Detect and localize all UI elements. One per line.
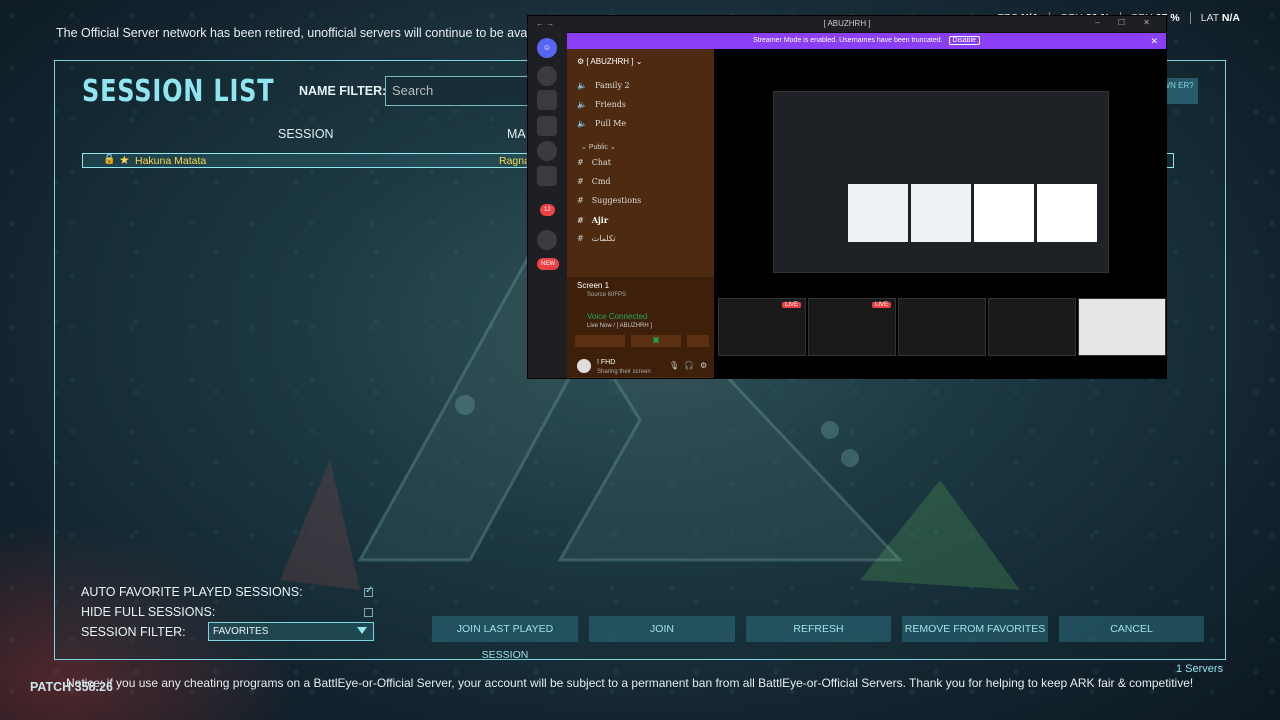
stream-preview[interactable] <box>773 91 1109 273</box>
name-filter-input[interactable]: Search <box>385 76 535 106</box>
name-filter-label: NAME FILTER: <box>299 84 387 98</box>
camera-off-button[interactable] <box>575 335 625 347</box>
text-channel-ajir[interactable]: # Ajir <box>577 215 608 225</box>
participant-tile[interactable] <box>1078 298 1166 356</box>
patch-version: PATCH 358.26 <box>30 680 113 694</box>
cancel-button[interactable]: CANCEL <box>1059 616 1204 642</box>
speaker-icon: 🔈 <box>577 100 587 109</box>
hash-icon: # <box>577 234 584 243</box>
speaker-icon: 🔈 <box>577 81 587 90</box>
lock-icon: 🔒 <box>103 154 116 165</box>
refresh-button[interactable]: REFRESH <box>746 616 891 642</box>
retired-server-notice: The Official Server network has been ret… <box>56 26 540 40</box>
server-icon[interactable] <box>537 141 557 161</box>
screen-share-label: Screen 1 <box>577 281 610 290</box>
server-count: 1 Servers <box>1176 663 1224 675</box>
participant-tile[interactable] <box>898 298 986 356</box>
session-row-end <box>1166 153 1174 168</box>
server-icon[interactable] <box>537 66 557 86</box>
server-icon[interactable] <box>537 230 557 250</box>
mic-icon[interactable]: 🎙 <box>669 361 679 370</box>
server-icon[interactable] <box>537 166 557 186</box>
lat-readout: LAT N/A <box>1200 12 1240 24</box>
participant-tile[interactable] <box>988 298 1076 356</box>
session-filter-select[interactable]: FAVORITES <box>208 622 374 641</box>
stream-thumbnail[interactable]: LIVE <box>718 298 806 356</box>
discord-window-title: [ ABUZHRH ] <box>823 19 871 28</box>
streamer-mode-text: Streamer Mode is enabled. Usernames have… <box>753 37 943 44</box>
voice-channel-name: Live Now / [ ABUZHRH ] <box>587 323 653 329</box>
screen-share-source: Source 60FPS <box>587 292 627 298</box>
hash-icon: # <box>577 215 584 225</box>
discord-server-list: ☺ 12 NEW <box>528 32 567 378</box>
session-map: Ragna <box>499 155 530 167</box>
voice-channel-family-2[interactable]: 🔈 Family 2 <box>577 81 630 90</box>
column-header-map[interactable]: MA <box>507 127 526 141</box>
user-status: Sharing their screen <box>597 369 651 375</box>
new-badge: NEW <box>537 258 559 270</box>
column-header-session[interactable]: SESSION <box>278 127 334 141</box>
window-controls-icon[interactable]: – ☐ ✕ <box>1095 18 1158 27</box>
session-filter-label: SESSION FILTER: <box>81 625 186 639</box>
page-title: SESSION LIST <box>82 74 275 109</box>
auto-favorite-label: AUTO FAVORITE PLAYED SESSIONS: <box>81 585 303 599</box>
live-badge: LIVE <box>871 302 891 308</box>
product-card <box>974 184 1034 242</box>
session-row[interactable]: 🔒 ★ Hakuna Matata Ragna <box>82 153 530 168</box>
text-channel-chat[interactable]: # Chat <box>577 158 611 167</box>
server-icon[interactable] <box>537 90 557 110</box>
streamer-mode-banner: Streamer Mode is enabled. Usernames have… <box>567 33 1166 49</box>
hide-full-label: HIDE FULL SESSIONS: <box>81 605 216 619</box>
product-card <box>848 184 908 242</box>
voice-channel-pull-me[interactable]: 🔈 Pull Me <box>577 119 626 128</box>
avatar[interactable] <box>577 359 591 373</box>
stream-viewer[interactable]: LIVE LIVE <box>714 49 1166 378</box>
user-name: ! FHD <box>597 359 616 366</box>
join-button[interactable]: JOIN <box>589 616 735 642</box>
auto-favorite-checkbox[interactable] <box>364 585 373 597</box>
unread-badge: 12 <box>540 204 555 216</box>
divider <box>1189 12 1191 24</box>
hash-icon: # <box>577 177 584 186</box>
chevron-down-icon <box>357 627 367 634</box>
star-icon: ★ <box>119 153 130 167</box>
product-card <box>911 184 971 242</box>
hide-full-checkbox[interactable] <box>364 608 373 617</box>
speaker-icon: 🔈 <box>577 119 587 128</box>
join-last-played-button[interactable]: JOIN LAST PLAYED SESSION <box>432 616 578 661</box>
headphones-icon[interactable]: 🎧 <box>684 361 694 370</box>
disable-streamer-button[interactable]: Disable <box>948 36 980 45</box>
voice-panel: Screen 1 Source 60FPS Voice Connected Li… <box>567 277 714 377</box>
screen-share-button[interactable]: ▣ <box>631 335 681 347</box>
category-public[interactable]: ⌄ Public ⌄ <box>581 143 616 151</box>
remove-from-favorites-button[interactable]: REMOVE FROM FAVORITES <box>902 616 1048 642</box>
voice-connected-label: Voice Connected <box>587 312 648 321</box>
hash-icon: # <box>577 158 584 167</box>
text-channel-arabic[interactable]: # تكلمات <box>577 234 616 243</box>
hash-icon: # <box>577 196 584 205</box>
stream-thumbnail[interactable]: LIVE <box>808 298 896 356</box>
server-icon[interactable] <box>537 116 557 136</box>
session-name: Hakuna Matata <box>135 155 207 167</box>
text-channel-suggestions[interactable]: # Suggestions <box>577 196 641 205</box>
live-badge: LIVE <box>781 302 801 308</box>
discord-window: ← → [ ABUZHRH ] – ☐ ✕ Streamer Mode is e… <box>528 16 1166 378</box>
activities-button[interactable] <box>687 335 709 347</box>
close-icon[interactable]: ✕ <box>1150 33 1158 49</box>
product-card <box>1037 184 1097 242</box>
discord-channel-list: ⚙ [ ABUZHRH ] ⌄ 🔈 Family 2 🔈 Friends 🔈 Pull… <box>567 49 714 378</box>
text-channel-cmd[interactable]: # Cmd <box>577 177 611 186</box>
gear-icon[interactable]: ⚙ <box>700 361 707 370</box>
anticheat-notice: Notice: if you use any cheating programs… <box>66 676 1194 690</box>
server-name-header[interactable]: ⚙ [ ABUZHRH ] ⌄ <box>577 57 642 66</box>
discord-home-icon[interactable]: ☺ <box>537 38 557 58</box>
discord-titlebar: ← → [ ABUZHRH ] – ☐ ✕ <box>528 16 1166 32</box>
voice-channel-friends[interactable]: 🔈 Friends <box>577 100 626 109</box>
session-filter-value: FAVORITES <box>213 626 269 637</box>
